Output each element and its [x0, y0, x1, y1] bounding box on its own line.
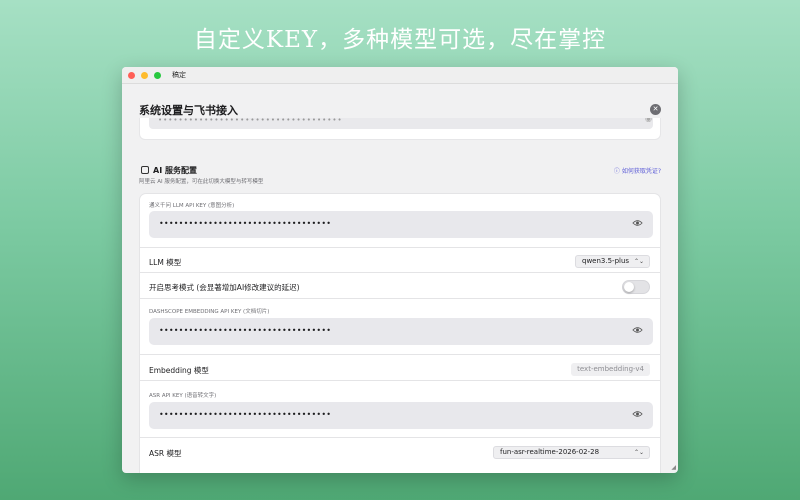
- close-dialog-button[interactable]: ✕: [650, 104, 661, 115]
- asr-key-field[interactable]: •••••••••••••••••••••••••••••••••••: [149, 402, 653, 429]
- divider: [140, 247, 660, 248]
- previous-secret-value: ••••••••••••••••••••••••••••••••••••: [158, 118, 343, 124]
- help-link[interactable]: ⓘ 如何获取凭证?: [614, 166, 661, 175]
- eye-icon[interactable]: [632, 219, 643, 227]
- llm-key-field[interactable]: •••••••••••••••••••••••••••••••••••: [149, 211, 653, 238]
- thinking-mode-label: 开启思考模式 (会显著增加AI修改建议的延迟): [149, 283, 300, 292]
- eye-icon[interactable]: [632, 326, 643, 334]
- llm-model-select[interactable]: qwen3.5-plus ⌃⌄: [575, 255, 650, 268]
- llm-key-caption: 通义千问 LLM API KEY (意图分析): [149, 203, 235, 209]
- ai-section-subtitle: 阿里云 AI 服务配置，可在此切换大模型与转写模型: [139, 179, 264, 185]
- embedding-key-caption: DASHSCOPE EMBEDDING API KEY (文档切片): [149, 309, 270, 315]
- asr-model-label: ASR 模型: [149, 449, 182, 458]
- ai-section-title: AI 服务配置: [153, 166, 197, 175]
- divider: [140, 272, 660, 273]
- eye-icon[interactable]: ◉: [645, 118, 652, 123]
- dialog-title: 系统设置与飞书接入: [139, 104, 238, 117]
- previous-secret-field[interactable]: ••••••••••••••••••••••••••••••••••••: [149, 118, 653, 129]
- embedding-key-value: •••••••••••••••••••••••••••••••••••: [159, 326, 332, 335]
- minimize-window-button[interactable]: [141, 71, 148, 79]
- toggle-knob: [624, 282, 634, 292]
- resize-grip-icon[interactable]: ◢: [671, 464, 676, 471]
- asr-key-value: •••••••••••••••••••••••••••••••••••: [159, 410, 332, 419]
- thinking-mode-toggle[interactable]: [622, 280, 650, 294]
- ai-settings-card: 通义千问 LLM API KEY (意图分析) ••••••••••••••••…: [139, 193, 661, 473]
- eye-icon[interactable]: [632, 410, 643, 418]
- divider: [140, 437, 660, 438]
- asr-key-caption: ASR API KEY (语音转文字): [149, 393, 217, 399]
- title-bar: 稿定: [122, 67, 678, 84]
- help-link-label: 如何获取凭证?: [621, 168, 661, 175]
- settings-window: 稿定 系统设置与飞书接入 ✕ •••••••••••••••••••••••••…: [122, 67, 678, 473]
- asr-model-value: fun-asr-realtime-2026-02-28: [500, 448, 600, 456]
- chevron-updown-icon: ⌃⌄: [633, 449, 644, 456]
- close-icon: ✕: [652, 105, 659, 113]
- chevron-updown-icon: ⌃⌄: [633, 258, 644, 265]
- help-circle-icon: ⓘ: [613, 168, 620, 175]
- close-window-button[interactable]: [128, 71, 135, 79]
- previous-settings-card: •••••••••••••••••••••••••••••••••••• ◉: [139, 118, 661, 140]
- promo-banner-text: 自定义KEY，多种模型可选，尽在掌控: [193, 27, 607, 53]
- divider: [140, 380, 660, 381]
- divider: [140, 298, 660, 299]
- chip-icon: [141, 166, 149, 174]
- llm-model-value: qwen3.5-plus: [582, 257, 630, 265]
- embedding-key-field[interactable]: •••••••••••••••••••••••••••••••••••: [149, 318, 653, 345]
- embedding-model-label: Embedding 模型: [149, 366, 209, 375]
- asr-model-select[interactable]: fun-asr-realtime-2026-02-28 ⌃⌄: [493, 446, 650, 459]
- divider: [140, 354, 660, 355]
- llm-key-value: •••••••••••••••••••••••••••••••••••: [159, 219, 332, 228]
- dialog-header: 系统设置与飞书接入 ✕: [122, 84, 678, 118]
- llm-model-label: LLM 模型: [149, 258, 182, 267]
- ai-section-header: AI 服务配置 阿里云 AI 服务配置，可在此切换大模型与转写模型 ⓘ 如何获取…: [139, 164, 661, 188]
- settings-scroll-area[interactable]: •••••••••••••••••••••••••••••••••••• ◉ A…: [122, 118, 678, 473]
- window-title: 稿定: [172, 71, 186, 79]
- zoom-window-button[interactable]: [154, 71, 161, 79]
- embedding-model-value: text-embedding-v4: [571, 363, 650, 376]
